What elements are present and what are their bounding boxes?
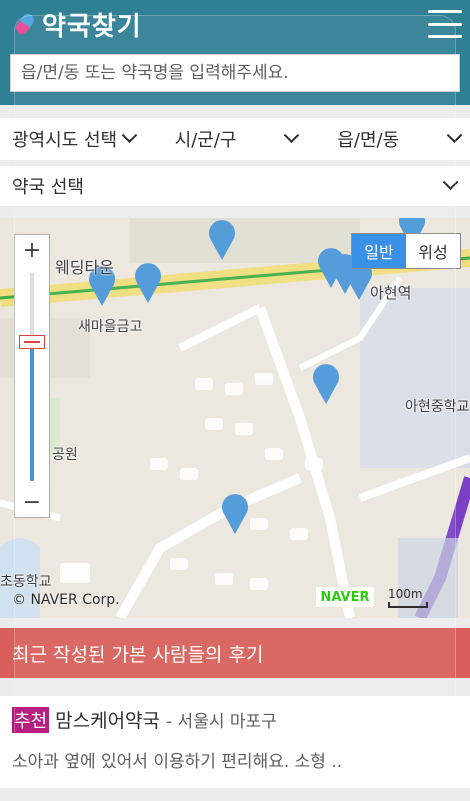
zoom-control: + − — [14, 234, 50, 518]
chevron-down-icon — [284, 126, 300, 143]
map-scale-label: 100m — [388, 587, 423, 601]
map-label-school: 초동학교 — [0, 574, 52, 590]
reviews-title: 최근 작성된 가본 사람들의 후기 — [12, 643, 264, 666]
map-label-park: 공원 — [52, 447, 78, 463]
zoom-in-button[interactable]: + — [15, 235, 49, 265]
map-type-toggle: 일반 위성 — [351, 233, 461, 269]
zoom-level-fill — [30, 341, 34, 481]
pharmacy-pin[interactable] — [133, 263, 163, 303]
city-select-label: 시/군/구 — [174, 130, 237, 151]
pharmacy-pin[interactable] — [220, 494, 250, 534]
zoom-out-button[interactable]: − — [15, 487, 49, 517]
hamburger-menu-icon[interactable] — [428, 10, 462, 38]
chevron-down-icon — [446, 126, 463, 143]
app-screen: { "header": { "logo_text": "약국찾기", "sear… — [0, 0, 470, 801]
map-type-satellite-button[interactable]: 위성 — [406, 234, 460, 268]
app-header: 약국찾기 — [0, 0, 470, 105]
app-logo[interactable]: 약국찾기 — [13, 6, 142, 42]
review-region: - 서울시 마포구 — [166, 712, 277, 732]
review-text: 소아과 옆에 있어서 이용하기 편리해요. 소형 .. — [12, 752, 343, 772]
map-label-saemaeul: 새마을금고 — [78, 319, 143, 335]
zoom-slider[interactable] — [30, 273, 34, 481]
map-copyright: © NAVER Corp. — [12, 592, 120, 608]
map-label-ahyeon-station: 아현역 — [370, 284, 412, 302]
pharmacy-pin[interactable] — [311, 364, 341, 404]
pill-icon — [13, 11, 37, 37]
map-type-normal-button[interactable]: 일반 — [352, 234, 406, 268]
town-select-label: 읍/면/동 — [337, 130, 400, 151]
map-view[interactable]: 웨딩타운 새마을금고 아현역 아현중학교 공원 초동학교 — [0, 218, 470, 618]
map-background — [0, 218, 470, 618]
logo-text: 약국찾기 — [42, 11, 142, 42]
province-select-label: 광역시도 선택 — [12, 130, 118, 151]
pharmacy-pin[interactable] — [207, 220, 237, 260]
pharmacy-select[interactable]: 약국 선택 — [0, 166, 470, 206]
city-select[interactable]: 시/군/구 — [145, 118, 308, 160]
zoom-slider-handle[interactable] — [19, 335, 45, 349]
search-box — [10, 54, 460, 92]
region-filter-row: 광역시도 선택 시/군/구 읍/면/동 — [0, 118, 470, 160]
pharmacy-select-label: 약국 선택 — [12, 177, 84, 198]
map-label-wedding-town: 웨딩타운 — [55, 258, 114, 277]
map-scale-bar — [388, 602, 428, 608]
map-label-ahyeon-middle: 아현중학교 — [405, 399, 470, 415]
naver-logo[interactable]: NAVER — [316, 587, 374, 607]
chevron-down-icon — [121, 126, 137, 143]
reviews-header: 최근 작성된 가본 사람들의 후기 — [0, 628, 470, 678]
chevron-down-icon — [442, 173, 459, 190]
search-input[interactable] — [11, 55, 459, 91]
town-select[interactable]: 읍/면/동 — [307, 118, 470, 160]
review-item[interactable]: 추천 맘스케어약국 - 서울시 마포구 소아과 옆에 있어서 이용하기 편리해요… — [0, 696, 470, 788]
province-select[interactable]: 광역시도 선택 — [0, 118, 145, 160]
review-pharmacy-name: 맘스케어약국 — [55, 710, 161, 732]
recommend-badge: 추천 — [12, 707, 50, 733]
